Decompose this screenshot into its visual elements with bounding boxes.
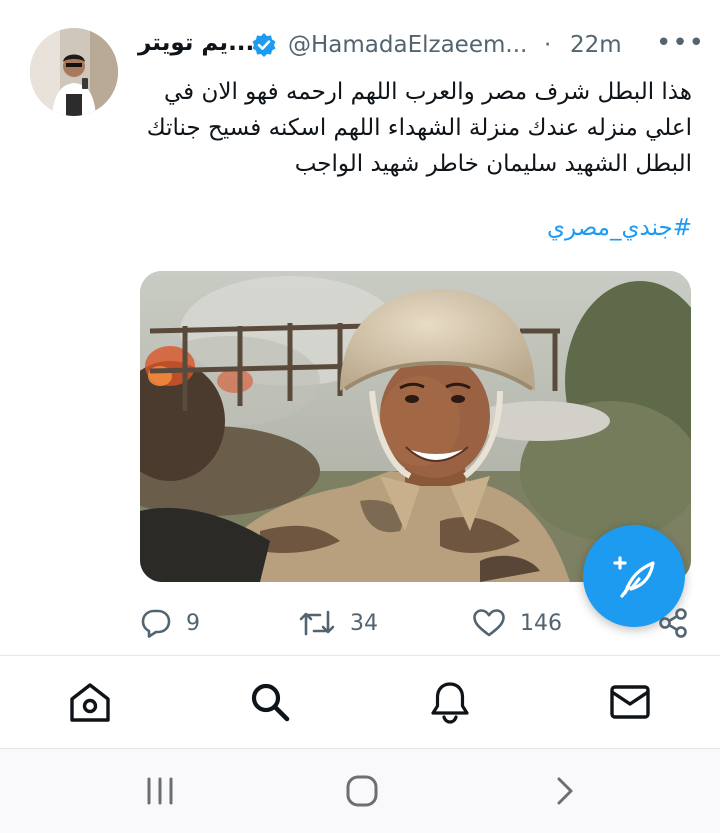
tab-home[interactable] [68, 680, 112, 724]
user-handle[interactable]: @HamadaElzaeem... [288, 32, 527, 58]
notifications-bell-icon [431, 682, 469, 724]
more-options-icon[interactable]: ••• [656, 28, 704, 64]
retweet-count: 34 [350, 610, 378, 636]
home-icon [70, 683, 110, 722]
tab-messages[interactable] [608, 680, 652, 724]
reply-bubble-icon [141, 609, 171, 638]
tweet-text-line: هذا البطل شرف مصر والعرب اللهم ارحمه فهو… [163, 79, 692, 105]
tab-search[interactable] [248, 680, 292, 724]
hashtag-link[interactable]: #جندي_مصري [547, 215, 692, 241]
separator-dot: · [544, 32, 552, 58]
search-icon [251, 683, 290, 722]
timestamp[interactable]: 22m [570, 32, 622, 58]
like-button[interactable]: 146 [472, 600, 562, 646]
home-circle-icon [346, 775, 378, 807]
reply-button[interactable]: 9 [140, 600, 200, 646]
recent-apps-button[interactable] [140, 771, 180, 811]
recent-apps-icon [147, 777, 173, 805]
reply-count: 9 [186, 610, 200, 636]
tweet-text: هذا البطل شرف مصر والعرب اللهم ارحمه فهو… [122, 74, 692, 182]
verified-badge-icon [251, 32, 277, 58]
tweet-text-line: اعلي منزله عندك منزلة الشهداء اللهم اسكن… [146, 115, 692, 141]
compose-feather-plus-icon [613, 556, 655, 598]
tweet-header: ...يم تويتر @HamadaElzaeem... · 22m ••• [138, 28, 704, 64]
retweet-icon [299, 610, 335, 636]
avatar[interactable] [30, 28, 118, 116]
system-home-button[interactable] [342, 771, 382, 811]
tweet-text-line: البطل الشهيد سليمان خاطر شهيد الواجب [294, 151, 692, 177]
back-chevron-icon [557, 777, 573, 805]
heart-icon [473, 609, 505, 637]
bottom-tab-bar [0, 656, 720, 748]
tab-notifications[interactable] [428, 680, 472, 724]
system-back-button[interactable] [545, 771, 585, 811]
system-navigation-bar [0, 749, 720, 833]
messages-envelope-icon [610, 685, 650, 719]
like-count: 146 [520, 610, 562, 636]
display-name[interactable]: ...يم تويتر [138, 30, 254, 56]
share-icon [659, 608, 687, 638]
share-button[interactable] [657, 600, 689, 646]
tweet-actions: 9 34 146 [0, 600, 720, 646]
retweet-button[interactable]: 34 [298, 600, 378, 646]
tweet-card[interactable]: ...يم تويتر @HamadaElzaeem... · 22m ••• … [0, 0, 720, 655]
